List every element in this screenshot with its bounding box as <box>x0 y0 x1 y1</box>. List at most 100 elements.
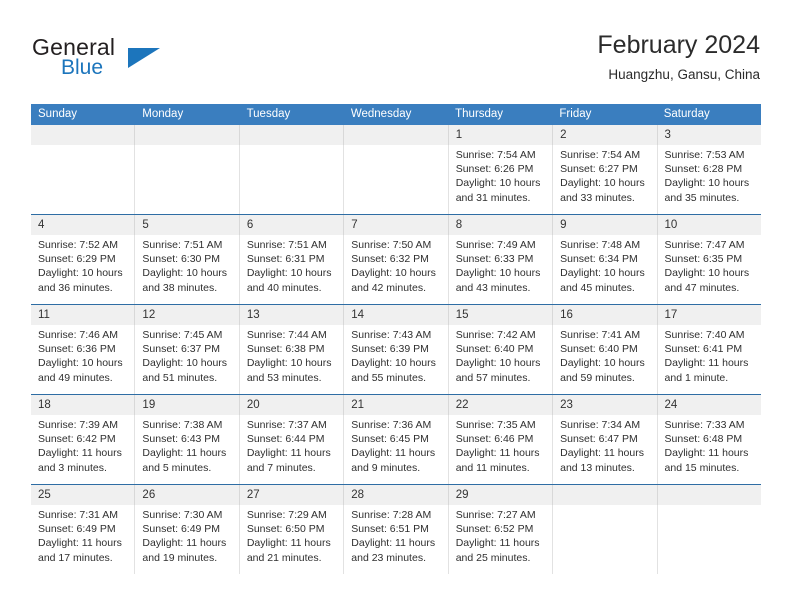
weekday-sunday: Sunday <box>38 108 78 120</box>
day-number[interactable]: 13 <box>238 305 343 325</box>
day-cell[interactable]: Sunrise: 7:45 AM Sunset: 6:37 PM Daylight:… <box>134 325 238 394</box>
daylight-text-line2: and 35 minutes. <box>664 191 740 204</box>
day-cell[interactable]: Sunrise: 7:42 AM Sunset: 6:40 PM Daylight:… <box>447 325 552 394</box>
day-cell[interactable]: Sunrise: 7:52 AM Sunset: 6:29 PM Daylight:… <box>31 235 134 304</box>
day-cell[interactable]: Sunrise: 7:33 AM Sunset: 6:48 PM Daylight:… <box>656 415 761 484</box>
weekday-friday: Friday <box>559 108 592 120</box>
day-cell[interactable]: Sunrise: 7:51 AM Sunset: 6:30 PM Daylight:… <box>134 235 238 304</box>
day-cell[interactable]: Sunrise: 7:39 AM Sunset: 6:42 PM Daylight:… <box>31 415 134 484</box>
calendar-week-row: 25 26 27 28 29 Sunrise: 7:31 AM Sunset: 6:49 P… <box>31 484 761 574</box>
day-cell-empty <box>343 145 447 214</box>
title-block: February 2024 Huangzhu, Gansu, China <box>597 28 760 86</box>
day-number-empty <box>343 125 447 145</box>
week-date-strip: 4 5 6 7 8 9 10 <box>31 215 761 235</box>
sunset-text: Sunset: 6:45 PM <box>351 433 429 446</box>
sunrise-text: Sunrise: 7:34 AM <box>560 419 641 431</box>
sunrise-text: Sunrise: 7:40 AM <box>664 329 745 341</box>
day-cell[interactable]: Sunrise: 7:38 AM Sunset: 6:43 PM Daylight:… <box>134 415 238 484</box>
day-cell[interactable]: Sunrise: 7:30 AM Sunset: 6:49 PM Daylight:… <box>134 505 238 574</box>
daylight-text-line1: Daylight: 11 hours <box>560 447 644 460</box>
daylight-text-line1: Daylight: 10 hours <box>664 267 750 280</box>
day-cell[interactable]: Sunrise: 7:48 AM Sunset: 6:34 PM Daylight:… <box>552 235 656 304</box>
page-subtitle: Huangzhu, Gansu, China <box>608 67 760 82</box>
day-number[interactable]: 21 <box>343 395 447 415</box>
day-number[interactable]: 7 <box>343 215 447 235</box>
daylight-text-line1: Daylight: 11 hours <box>246 537 331 550</box>
day-cell[interactable]: Sunrise: 7:49 AM Sunset: 6:33 PM Daylight:… <box>447 235 552 304</box>
daylight-text-line1: Daylight: 10 hours <box>560 357 645 370</box>
daylight-text-line1: Daylight: 10 hours <box>560 267 645 280</box>
day-number[interactable]: 3 <box>656 125 761 145</box>
day-number[interactable]: 10 <box>656 215 761 235</box>
sunset-text: Sunset: 6:38 PM <box>246 343 325 356</box>
day-cell-empty <box>656 505 761 574</box>
day-number[interactable]: 14 <box>343 305 447 325</box>
day-number[interactable]: 12 <box>134 305 238 325</box>
day-cell[interactable]: Sunrise: 7:40 AM Sunset: 6:41 PM Daylight:… <box>656 325 761 394</box>
weekday-tuesday: Tuesday <box>246 108 291 120</box>
daylight-text-line1: Daylight: 11 hours <box>455 447 540 460</box>
day-cell[interactable]: Sunrise: 7:34 AM Sunset: 6:47 PM Daylight:… <box>552 415 656 484</box>
daylight-text-line1: Daylight: 10 hours <box>142 267 228 280</box>
day-number-empty <box>656 485 761 505</box>
day-number[interactable]: 26 <box>134 485 238 505</box>
sunset-text: Sunset: 6:52 PM <box>455 523 534 536</box>
day-number[interactable]: 9 <box>552 215 656 235</box>
day-number[interactable]: 2 <box>552 125 656 145</box>
calendar-week-row: 1 2 3 Sunrise: 7:54 AM Sunset: 6:26 PM Daylig… <box>31 125 761 214</box>
daylight-text-line2: and 15 minutes. <box>664 461 740 474</box>
sunrise-text: Sunrise: 7:36 AM <box>351 419 432 431</box>
sunset-text: Sunset: 6:31 PM <box>246 253 325 266</box>
sunset-text: Sunset: 6:49 PM <box>142 523 221 536</box>
day-cell[interactable]: Sunrise: 7:29 AM Sunset: 6:50 PM Daylight:… <box>238 505 343 574</box>
brand-logo[interactable]: General Blue <box>32 34 242 90</box>
day-cell[interactable]: Sunrise: 7:54 AM Sunset: 6:27 PM Daylight:… <box>552 145 656 214</box>
day-cell[interactable]: Sunrise: 7:46 AM Sunset: 6:36 PM Daylight:… <box>31 325 134 394</box>
sunset-text: Sunset: 6:37 PM <box>142 343 221 356</box>
day-number[interactable]: 24 <box>656 395 761 415</box>
sunset-text: Sunset: 6:42 PM <box>38 433 116 446</box>
sunrise-text: Sunrise: 7:41 AM <box>560 329 641 341</box>
day-cell[interactable]: Sunrise: 7:27 AM Sunset: 6:52 PM Daylight:… <box>447 505 552 574</box>
day-number[interactable]: 8 <box>447 215 552 235</box>
day-number[interactable]: 25 <box>31 485 134 505</box>
sunrise-text: Sunrise: 7:29 AM <box>246 509 327 521</box>
day-number[interactable]: 1 <box>447 125 552 145</box>
day-number[interactable]: 15 <box>447 305 552 325</box>
day-cell[interactable]: Sunrise: 7:50 AM Sunset: 6:32 PM Daylight:… <box>343 235 447 304</box>
daylight-text-line1: Daylight: 11 hours <box>142 447 227 460</box>
day-cell[interactable]: Sunrise: 7:51 AM Sunset: 6:31 PM Daylight:… <box>238 235 343 304</box>
day-cell[interactable]: Sunrise: 7:41 AM Sunset: 6:40 PM Daylight:… <box>552 325 656 394</box>
daylight-text-line2: and 47 minutes. <box>664 281 740 294</box>
sunrise-text: Sunrise: 7:50 AM <box>351 239 432 251</box>
day-number[interactable]: 4 <box>31 215 134 235</box>
sunset-text: Sunset: 6:34 PM <box>560 253 638 266</box>
week-date-strip: 18 19 20 21 22 23 24 <box>31 395 761 415</box>
day-cell[interactable]: Sunrise: 7:35 AM Sunset: 6:46 PM Daylight:… <box>447 415 552 484</box>
day-number[interactable]: 27 <box>238 485 343 505</box>
day-number[interactable]: 29 <box>447 485 552 505</box>
day-number[interactable]: 11 <box>31 305 134 325</box>
day-number[interactable]: 23 <box>552 395 656 415</box>
day-cell[interactable]: Sunrise: 7:53 AM Sunset: 6:28 PM Daylight:… <box>656 145 761 214</box>
day-number[interactable]: 28 <box>343 485 447 505</box>
day-number[interactable]: 17 <box>656 305 761 325</box>
daylight-text-line2: and 7 minutes. <box>246 461 316 474</box>
day-cell[interactable]: Sunrise: 7:36 AM Sunset: 6:45 PM Daylight:… <box>343 415 447 484</box>
day-cell[interactable]: Sunrise: 7:37 AM Sunset: 6:44 PM Daylight:… <box>238 415 343 484</box>
day-cell[interactable]: Sunrise: 7:31 AM Sunset: 6:49 PM Daylight:… <box>31 505 134 574</box>
day-number[interactable]: 22 <box>447 395 552 415</box>
day-number[interactable]: 16 <box>552 305 656 325</box>
day-cell[interactable]: Sunrise: 7:54 AM Sunset: 6:26 PM Daylight:… <box>447 145 552 214</box>
day-cell[interactable]: Sunrise: 7:28 AM Sunset: 6:51 PM Daylight:… <box>343 505 447 574</box>
day-number[interactable]: 6 <box>238 215 343 235</box>
day-number[interactable]: 5 <box>134 215 238 235</box>
day-cell[interactable]: Sunrise: 7:43 AM Sunset: 6:39 PM Daylight:… <box>343 325 447 394</box>
sunset-text: Sunset: 6:40 PM <box>455 343 534 356</box>
day-number[interactable]: 18 <box>31 395 134 415</box>
day-cell[interactable]: Sunrise: 7:44 AM Sunset: 6:38 PM Daylight:… <box>238 325 343 394</box>
day-number[interactable]: 20 <box>238 395 343 415</box>
day-number[interactable]: 19 <box>134 395 238 415</box>
day-cell[interactable]: Sunrise: 7:47 AM Sunset: 6:35 PM Daylight:… <box>656 235 761 304</box>
weekday-thursday: Thursday <box>455 108 504 120</box>
